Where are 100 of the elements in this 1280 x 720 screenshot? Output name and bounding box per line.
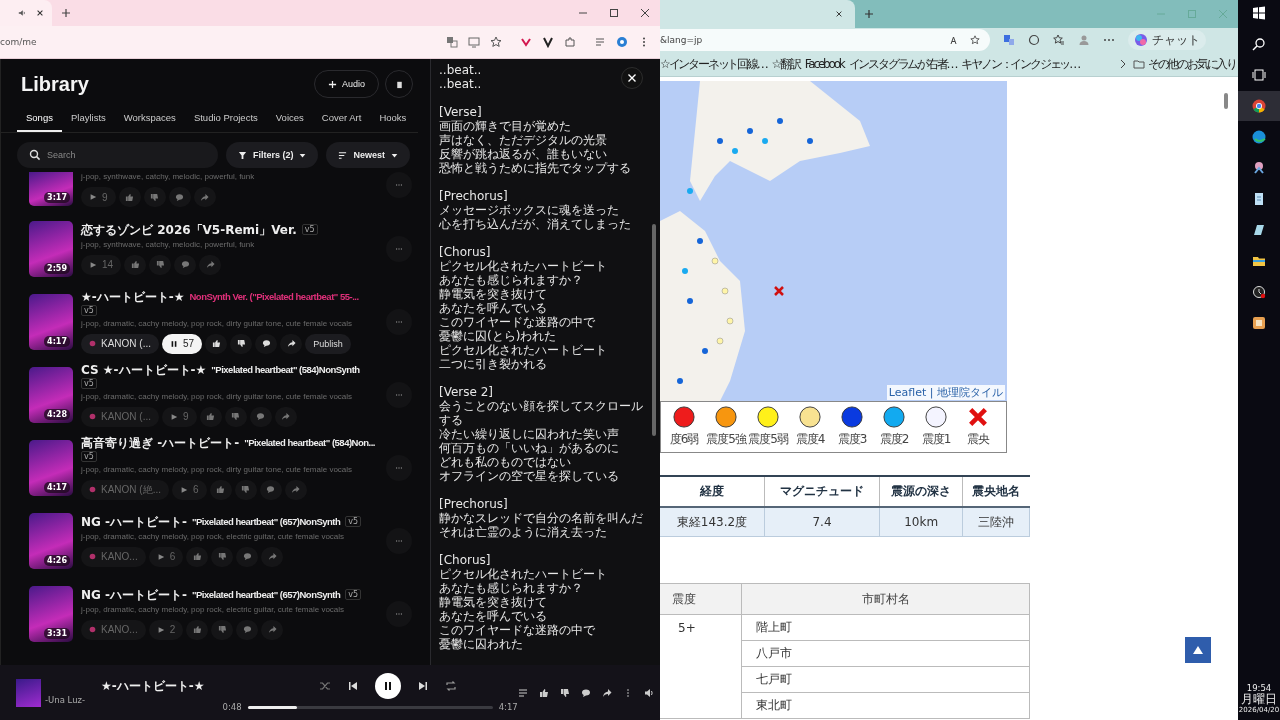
previous-icon[interactable]	[347, 680, 360, 692]
profile-icon[interactable]	[616, 36, 628, 48]
share-icon	[205, 260, 215, 269]
screen-icon[interactable]	[468, 36, 480, 48]
song-title[interactable]: NG -ハートビート-	[81, 514, 188, 529]
star-icon[interactable]	[970, 35, 980, 45]
scrollbar[interactable]	[652, 224, 656, 436]
song-subtitle[interactable]: "Pixelated heartbeat" (584)Non...	[244, 435, 375, 450]
search-field[interactable]: Search	[17, 142, 218, 168]
edge-browser-icon[interactable]	[1252, 130, 1266, 144]
lyric-line: あなたを呼んでいる	[439, 301, 547, 315]
new-tab-icon[interactable]	[864, 9, 874, 19]
progress-slider[interactable]	[247, 705, 493, 709]
library-tab[interactable]: Hooks	[370, 105, 416, 132]
like-button[interactable]	[205, 333, 228, 354]
share-button[interactable]	[280, 333, 303, 354]
star-icon[interactable]	[490, 36, 502, 48]
share-icon	[286, 339, 296, 348]
scroll-to-top-button[interactable]	[1185, 637, 1211, 663]
library-tab[interactable]: Cover Art	[312, 105, 371, 132]
cover-art[interactable]: 4:17	[29, 439, 73, 496]
pause-button[interactable]	[375, 673, 402, 699]
share-icon[interactable]	[601, 687, 612, 698]
table-cell: 八戸市	[741, 640, 1030, 667]
song-title[interactable]: CS ★-ハートビート-★	[81, 362, 207, 377]
cover-art[interactable]: 4:17	[29, 293, 73, 350]
address-text[interactable]: &lang=jp	[660, 35, 703, 45]
task-view-icon[interactable]	[1252, 68, 1266, 82]
cover-art[interactable]	[16, 678, 41, 707]
comment-icon[interactable]	[580, 687, 591, 698]
artist-chip[interactable]: KANON (...	[81, 333, 159, 354]
cover-art[interactable]: 2:59	[29, 220, 73, 277]
filters-button[interactable]: Filters (2)	[225, 142, 319, 168]
trash-button[interactable]	[385, 70, 413, 98]
queue-icon[interactable]	[517, 687, 528, 698]
lyric-line: 声はなく、ただデジタルの光景	[439, 133, 607, 147]
bookmark-link[interactable]: ☆インターネット回線…	[660, 55, 767, 73]
cover-art[interactable]: 4:26	[29, 512, 73, 569]
bookmark-link[interactable]: ☆翻訳	[771, 55, 800, 73]
library-tab[interactable]: Studio Projects	[184, 105, 267, 132]
song-title[interactable]: NG -ハートビート-	[81, 587, 188, 602]
song-title[interactable]: 高音寄り過ぎ -ハートビート-	[81, 435, 240, 450]
thumbs-down-icon[interactable]	[559, 687, 570, 698]
app-icon[interactable]	[1252, 161, 1266, 175]
bookmark-link[interactable]: Facebook	[804, 57, 844, 71]
song-subtitle[interactable]: "Pixelated heartbeat" (657)NonSynth	[192, 514, 341, 529]
library-tab[interactable]: Workspaces	[114, 105, 185, 132]
artist-name[interactable]: -Una Luz-	[45, 694, 86, 705]
library-tab[interactable]: Voices	[266, 105, 313, 132]
lyric-line: あなたを呼んでいる	[439, 609, 547, 623]
close-icon[interactable]	[640, 8, 650, 18]
address-text[interactable]: com/me	[0, 37, 37, 47]
clock-app-icon[interactable]	[1252, 285, 1266, 299]
play-count-button[interactable]: 57	[162, 333, 203, 354]
track-title[interactable]: ★-ハートビート-★	[101, 678, 205, 695]
song-subtitle[interactable]: "Pixelated heartbeat" (584)NonSynth	[211, 362, 360, 377]
windows-start-icon[interactable]	[1252, 6, 1266, 20]
dislike-button[interactable]	[230, 333, 253, 354]
comment-button[interactable]	[255, 333, 278, 354]
search-icon[interactable]	[1252, 37, 1266, 51]
sort-button[interactable]: Newest	[326, 142, 410, 168]
volume-icon[interactable]	[643, 687, 654, 698]
favorites-icon[interactable]	[1053, 34, 1065, 46]
close-icon[interactable]	[835, 10, 843, 18]
library-tab[interactable]: Songs	[17, 105, 62, 132]
map-attribution[interactable]: Leaflet | 地理院タイル	[886, 385, 1005, 400]
document-icon[interactable]	[1252, 192, 1266, 206]
close-button[interactable]	[621, 67, 643, 89]
scrollbar[interactable]	[1224, 93, 1228, 109]
next-icon[interactable]	[417, 680, 430, 692]
clock-time[interactable]: 19:54	[1246, 683, 1272, 694]
translate-icon[interactable]	[446, 36, 458, 48]
thumbs-up-icon	[192, 552, 202, 561]
new-tab-icon[interactable]	[61, 8, 71, 18]
notepad-icon[interactable]	[1252, 223, 1266, 237]
maximize-icon[interactable]	[609, 8, 619, 18]
repeat-icon[interactable]	[445, 680, 458, 692]
translate-icon[interactable]	[1003, 34, 1015, 46]
chrome-browser-icon[interactable]	[1252, 99, 1266, 113]
thumbs-up-icon[interactable]	[538, 687, 549, 698]
bookmark-link[interactable]: インスタグラムが右者…	[848, 55, 957, 73]
cover-art[interactable]: 3:17	[29, 172, 73, 206]
song-title[interactable]: 恋するゾンビ 2026「V5-Remi」Ver.	[81, 222, 297, 237]
publish-button[interactable]: Publish	[305, 333, 351, 354]
add-audio-button[interactable]: Audio	[313, 70, 379, 98]
song-subtitle[interactable]: NonSynth Ver. ("Pixelated heartbeat" 55-...	[189, 289, 359, 304]
bookmark-link[interactable]: キヤノン：インクジェッ…	[961, 55, 1079, 73]
clock-day[interactable]: 月曜日	[1241, 694, 1277, 705]
folder-icon[interactable]	[1252, 254, 1266, 268]
song-subtitle[interactable]: "Pixelated heartbeat" (657)NonSynth	[192, 587, 341, 602]
chat-button[interactable]: チャット	[1128, 30, 1206, 50]
library-tab[interactable]: Playlists	[61, 105, 115, 132]
cover-art[interactable]: 3:31	[29, 585, 73, 642]
cover-art[interactable]: 4:28	[29, 366, 73, 423]
close-icon[interactable]	[36, 9, 44, 17]
other-favorites-button[interactable]: その他のお気に入り	[1132, 55, 1236, 73]
song-title[interactable]: ★-ハートビート-★	[81, 289, 185, 304]
shuffle-icon[interactable]	[319, 680, 332, 692]
legend-label: 震度2	[879, 431, 909, 448]
app-icon[interactable]	[1252, 316, 1266, 330]
